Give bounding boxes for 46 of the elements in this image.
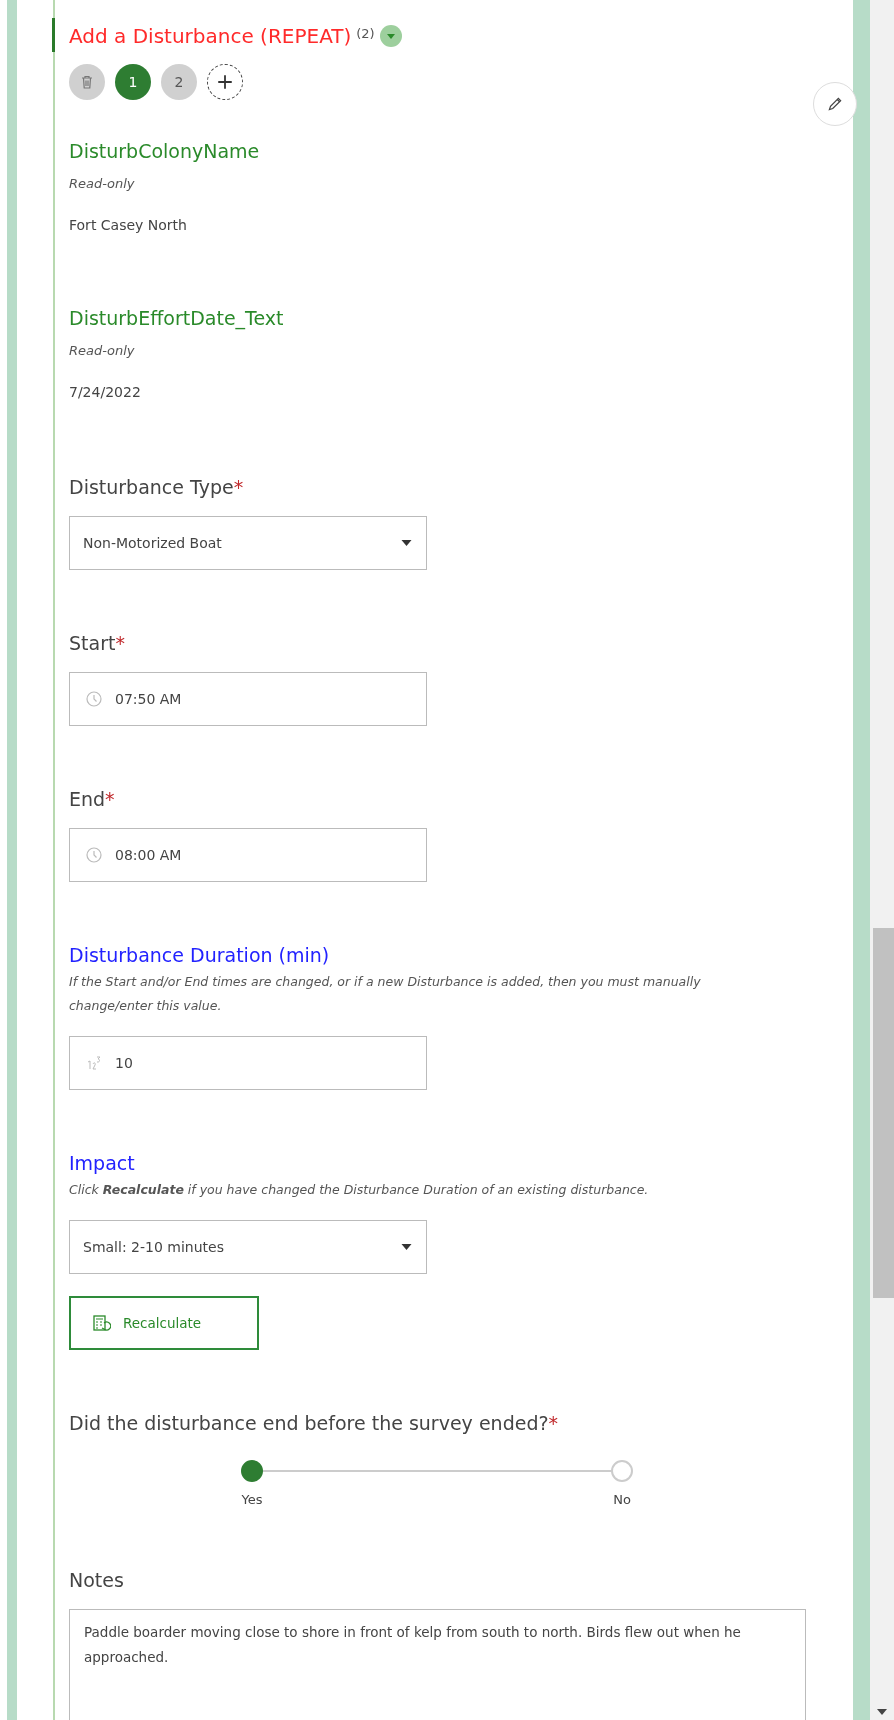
numbers-icon	[86, 1055, 102, 1071]
dropdown-caret-icon	[401, 1244, 412, 1250]
dropdown-caret-icon	[401, 540, 412, 546]
field-label: Start*	[69, 632, 126, 654]
field-hint: Click Recalculate if you have changed the Disturbance Duration of an existing disturbance.	[69, 1181, 650, 1199]
field-label: DisturbColonyName	[69, 140, 261, 162]
field-value: Fort Casey North	[69, 217, 188, 233]
field-label: Impact	[69, 1152, 136, 1174]
read-only-hint: Read-only	[69, 343, 136, 358]
repeat-header-bar	[52, 18, 55, 52]
edit-button[interactable]	[813, 82, 857, 126]
field-label: Notes	[69, 1569, 125, 1591]
radio-label: No	[613, 1492, 631, 1507]
time-field[interactable]: 07:50 AM	[69, 672, 427, 726]
field-label: DisturbEffortDate_Text	[69, 307, 285, 329]
collapse-toggle[interactable]	[379, 25, 402, 47]
plus-icon	[216, 73, 234, 91]
radio-button[interactable]	[241, 1460, 263, 1482]
recalculate-button[interactable]: Recalculate	[69, 1296, 259, 1350]
time-field[interactable]: 08:00 AM	[69, 828, 427, 882]
field-label: Did the disturbance end before the survey ended?*	[69, 1412, 560, 1434]
read-only-hint: Read-only	[69, 176, 136, 191]
dropdown-field[interactable]: Non-Motorized Boat	[69, 516, 427, 570]
field-label: Disturbance Type*	[69, 476, 245, 498]
calculator-icon	[93, 1314, 111, 1332]
field-label: Disturbance Duration (min)	[69, 944, 331, 966]
field-value: 7/24/2022	[69, 384, 142, 400]
add-record-button[interactable]	[207, 64, 243, 100]
dropdown-field[interactable]: Small: 2-10 minutes	[69, 1220, 427, 1274]
delete-button[interactable]	[69, 64, 105, 100]
record-button[interactable]: 1	[115, 64, 151, 100]
scrollbar-thumb[interactable]	[873, 928, 894, 1298]
scroll-down-arrow-icon[interactable]	[877, 1709, 887, 1715]
record-button[interactable]: 2	[161, 64, 197, 100]
field-hint: If the Start and/or End times are changed, or if a new Disturbance is added, then you must manually change/enter this value.	[69, 973, 702, 1015]
radio-label: Yes	[241, 1492, 263, 1507]
notes-field[interactable]: Paddle boarder moving close to shore in front of kelp from south to north. Birds flew out when he approached.	[69, 1609, 806, 1720]
repeat-count: (2)	[356, 25, 375, 41]
clock-icon	[86, 691, 102, 707]
repeat-title: Add a Disturbance (REPEAT)	[69, 24, 352, 48]
trash-icon	[79, 74, 95, 90]
number-field[interactable]: 10	[69, 1036, 427, 1090]
pencil-icon	[826, 95, 844, 113]
caret-icon	[385, 31, 396, 41]
clock-icon	[86, 847, 102, 863]
field-label: End*	[69, 788, 116, 810]
